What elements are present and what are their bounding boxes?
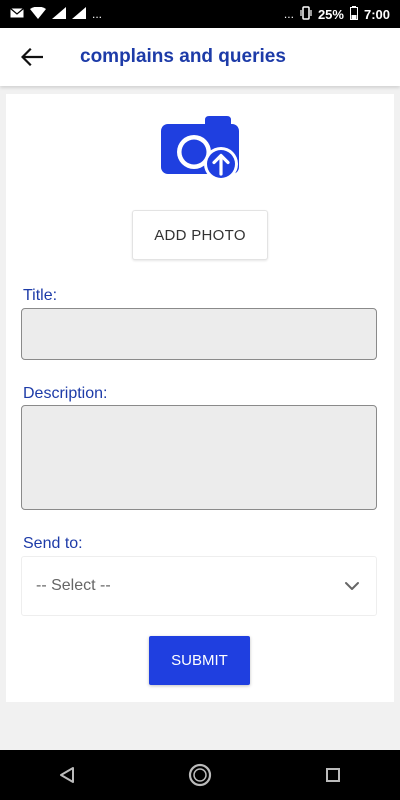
signal-icon bbox=[52, 6, 66, 22]
page-title: complains and queries bbox=[80, 46, 286, 67]
title-label: Title: bbox=[23, 287, 58, 304]
send-to-select[interactable]: -- Select -- bbox=[21, 556, 377, 616]
title-input[interactable] bbox=[21, 308, 377, 360]
complaint-form-card: ADD PHOTO Title: Description: Send to: -… bbox=[6, 94, 394, 702]
square-recents-icon bbox=[326, 768, 341, 782]
description-label: Description: bbox=[23, 385, 108, 402]
system-nav-bar bbox=[0, 750, 400, 800]
more-status-text: ... bbox=[283, 7, 294, 21]
nav-home-button[interactable] bbox=[180, 755, 220, 795]
signal-icon-2 bbox=[72, 6, 86, 22]
app-bar: complains and queries bbox=[0, 28, 400, 86]
mail-icon bbox=[10, 8, 24, 20]
status-bar-left: ... bbox=[10, 6, 103, 22]
back-button[interactable] bbox=[14, 39, 50, 75]
battery-percent: 25% bbox=[317, 6, 344, 22]
camera-upload-icon bbox=[161, 116, 239, 181]
arrow-left-icon bbox=[21, 48, 43, 66]
send-to-selected-value: -- Select -- bbox=[36, 577, 111, 594]
circle-home-icon bbox=[188, 763, 212, 787]
add-photo-button[interactable]: ADD PHOTO bbox=[132, 210, 268, 260]
more-notifications-text: ... bbox=[92, 7, 103, 21]
triangle-back-icon bbox=[59, 767, 74, 783]
submit-button[interactable]: SUBMIT bbox=[149, 636, 250, 685]
nav-back-button[interactable] bbox=[47, 755, 87, 795]
nav-recents-button[interactable] bbox=[313, 755, 353, 795]
status-bar-right: ... 25% 7:00 bbox=[283, 5, 390, 23]
chevron-down-icon bbox=[345, 582, 359, 590]
wifi-icon bbox=[30, 6, 46, 22]
clock: 7:00 bbox=[363, 6, 390, 22]
battery-icon bbox=[349, 5, 358, 23]
vibrate-icon bbox=[300, 5, 312, 23]
send-to-label: Send to: bbox=[23, 535, 83, 552]
description-textarea[interactable] bbox=[21, 405, 377, 510]
status-bar: ... ... 25% 7:00 bbox=[0, 0, 400, 28]
